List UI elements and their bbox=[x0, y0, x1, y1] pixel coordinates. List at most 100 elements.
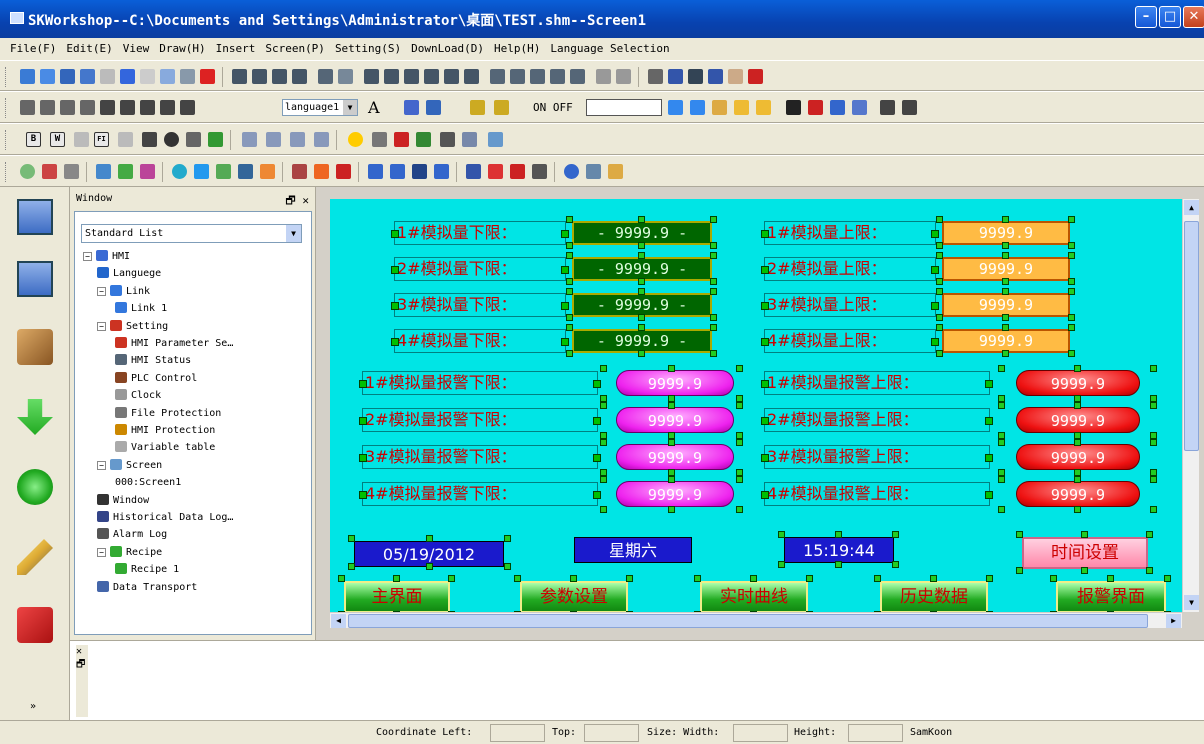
v-space-icon[interactable] bbox=[570, 69, 585, 84]
refresh-icon[interactable] bbox=[17, 469, 53, 505]
calendar-icon[interactable] bbox=[42, 164, 57, 179]
offline-simulation-icon[interactable] bbox=[17, 261, 53, 297]
arrow-part-icon[interactable] bbox=[238, 164, 253, 179]
selection-handle[interactable] bbox=[668, 469, 675, 476]
menu-insert[interactable]: Insert bbox=[206, 38, 256, 60]
scroll-thumb[interactable] bbox=[1184, 221, 1199, 451]
pie-icon[interactable] bbox=[260, 164, 275, 179]
tree-item[interactable]: Clock bbox=[115, 387, 161, 404]
selection-handle[interactable] bbox=[736, 469, 743, 476]
selection-handle[interactable] bbox=[778, 561, 785, 568]
paste-icon[interactable] bbox=[180, 69, 195, 84]
selection-handle[interactable] bbox=[1068, 252, 1075, 259]
same-height-icon[interactable] bbox=[510, 69, 525, 84]
selection-handle[interactable] bbox=[998, 469, 1005, 476]
clock-part-icon[interactable] bbox=[20, 164, 35, 179]
selection-handle[interactable] bbox=[566, 242, 573, 249]
compile-icon[interactable] bbox=[17, 329, 53, 365]
selection-handle[interactable] bbox=[778, 531, 785, 538]
bitmap-icon[interactable] bbox=[470, 100, 485, 115]
stepper-icon[interactable] bbox=[142, 132, 157, 147]
nav-button[interactable]: 主界面 bbox=[344, 581, 450, 612]
selection-handle[interactable] bbox=[1107, 575, 1114, 582]
scroll-up-icon[interactable]: ▲ bbox=[1184, 200, 1199, 215]
selection-handle[interactable] bbox=[1068, 288, 1075, 295]
xy-plot-icon[interactable] bbox=[390, 164, 405, 179]
scroll-left-icon[interactable]: ◀ bbox=[331, 614, 346, 628]
ascii-input-icon[interactable] bbox=[290, 132, 305, 147]
expand-toggle-icon[interactable]: − bbox=[97, 286, 106, 296]
selection-handle[interactable] bbox=[986, 575, 993, 582]
selection-handle[interactable] bbox=[736, 402, 743, 409]
expand-toggle-icon[interactable]: − bbox=[97, 321, 106, 331]
selection-handle[interactable] bbox=[600, 402, 607, 409]
selection-handle[interactable] bbox=[566, 324, 573, 331]
selection-handle[interactable] bbox=[1074, 402, 1081, 409]
selection-handle[interactable] bbox=[1068, 314, 1075, 321]
gauge-bar-icon[interactable] bbox=[336, 164, 351, 179]
selection-handle[interactable] bbox=[694, 575, 701, 582]
selection-handle[interactable] bbox=[566, 288, 573, 295]
alarm-high-value[interactable]: 9999.9 bbox=[1016, 407, 1140, 433]
selection-handle[interactable] bbox=[1016, 567, 1023, 574]
list-dropdown[interactable]: Standard List ▼ bbox=[81, 224, 302, 243]
menu-edit[interactable]: Edit(E) bbox=[56, 38, 112, 60]
screen-canvas[interactable]: 1#模拟量下限： - 9999.9 -1#模拟量上限： 9999.9 2#模拟量下限：… bbox=[330, 199, 1182, 612]
search-icon[interactable] bbox=[830, 100, 845, 115]
selection-handle[interactable] bbox=[1068, 278, 1075, 285]
output-panel-controls[interactable]: ✕ 🗗 bbox=[76, 645, 88, 717]
selection-handle[interactable] bbox=[892, 531, 899, 538]
selection-handle[interactable] bbox=[1074, 439, 1081, 446]
on-label[interactable]: ON bbox=[533, 101, 546, 114]
selection-handle[interactable] bbox=[566, 278, 573, 285]
menu-language-selection[interactable]: Language Selection bbox=[540, 38, 669, 60]
timer-icon[interactable] bbox=[564, 164, 579, 179]
alarm-low-value[interactable]: 9999.9 bbox=[616, 370, 734, 396]
number-input-icon[interactable] bbox=[242, 132, 257, 147]
off-label[interactable]: OFF bbox=[553, 101, 573, 114]
same-size-icon[interactable] bbox=[530, 69, 545, 84]
back-icon[interactable] bbox=[292, 69, 307, 84]
unlock-icon[interactable] bbox=[756, 100, 771, 115]
selection-handle[interactable] bbox=[736, 395, 743, 402]
toolbar-grip[interactable] bbox=[5, 162, 8, 182]
rectangle-icon[interactable] bbox=[100, 100, 115, 115]
selection-handle[interactable] bbox=[1081, 531, 1088, 538]
data-transfer-icon[interactable] bbox=[140, 164, 155, 179]
time-display[interactable]: 15:19:44 bbox=[784, 537, 894, 563]
selection-handle[interactable] bbox=[638, 314, 645, 321]
selection-handle[interactable] bbox=[936, 314, 943, 321]
tree-item[interactable]: 000:Screen1 bbox=[115, 474, 181, 491]
line-icon[interactable] bbox=[20, 100, 35, 115]
selection-handle[interactable] bbox=[710, 288, 717, 295]
time-setting-button[interactable]: 时间设置 bbox=[1022, 537, 1148, 569]
selection-handle[interactable] bbox=[1002, 242, 1009, 249]
selection-handle[interactable] bbox=[1068, 324, 1075, 331]
selection-handle[interactable] bbox=[998, 506, 1005, 513]
selection-handle[interactable] bbox=[936, 324, 943, 331]
curve-icon[interactable] bbox=[60, 100, 75, 115]
redo-icon[interactable] bbox=[120, 69, 135, 84]
selection-handle[interactable] bbox=[892, 561, 899, 568]
table-icon[interactable] bbox=[404, 100, 419, 115]
window-part-icon[interactable] bbox=[488, 132, 503, 147]
selection-handle[interactable] bbox=[710, 216, 717, 223]
zoom-fit-icon[interactable] bbox=[688, 69, 703, 84]
selection-handle[interactable] bbox=[806, 575, 813, 582]
tree-item[interactable]: Alarm Log bbox=[97, 526, 167, 543]
selection-handle[interactable] bbox=[1150, 439, 1157, 446]
vertical-scrollbar[interactable]: ▲ ▼ bbox=[1182, 199, 1199, 612]
menu-screen[interactable]: Screen(P) bbox=[255, 38, 325, 60]
tree-item[interactable]: Link 1 bbox=[115, 300, 167, 317]
selection-handle[interactable] bbox=[936, 216, 943, 223]
selection-handle[interactable] bbox=[1074, 476, 1081, 483]
selection-handle[interactable] bbox=[1150, 506, 1157, 513]
selection-handle[interactable] bbox=[1150, 469, 1157, 476]
expand-toggle-icon[interactable]: − bbox=[83, 252, 92, 261]
recipe-part-icon[interactable] bbox=[118, 164, 133, 179]
pointer-icon[interactable] bbox=[748, 69, 763, 84]
selection-handle[interactable] bbox=[1016, 531, 1023, 538]
ascii-display-icon[interactable] bbox=[314, 132, 329, 147]
freeform-icon[interactable] bbox=[80, 100, 95, 115]
selection-handle[interactable] bbox=[504, 535, 511, 542]
